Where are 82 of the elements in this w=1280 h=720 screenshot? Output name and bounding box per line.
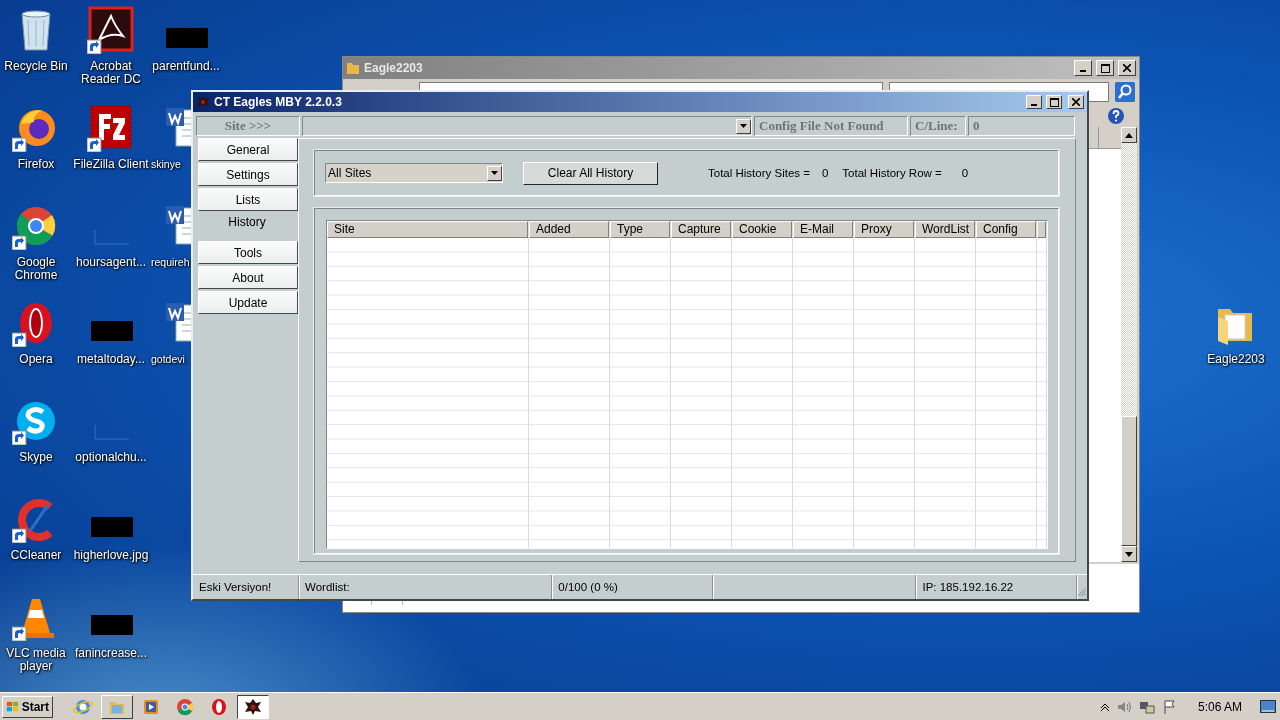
taskbar-button[interactable] [237, 694, 269, 719]
sidebar-tab[interactable]: Update [198, 291, 298, 314]
dropdown-arrow-icon[interactable] [491, 171, 498, 175]
chrome-logo-icon [175, 696, 195, 717]
icon-label[interactable]: hoursagent... [75, 256, 147, 269]
show-desktop-icon[interactable] [1260, 699, 1276, 714]
arrow-down-icon[interactable] [1125, 551, 1133, 557]
total-sites-value: 0 [821, 167, 829, 179]
icon-label[interactable]: parentfund... [152, 60, 220, 73]
progress-status: 0/100 (0 %) [552, 575, 714, 599]
icon-label[interactable]: higherlove.jpg [73, 549, 149, 562]
close-icon [1072, 98, 1080, 106]
close-button[interactable] [1118, 60, 1136, 76]
scrollbar[interactable] [1121, 127, 1137, 562]
arrow-up-icon[interactable] [1125, 132, 1133, 138]
search-icon[interactable] [1115, 82, 1135, 102]
maximize-button[interactable] [1096, 60, 1114, 76]
dropdown-arrow-icon[interactable] [740, 124, 747, 128]
eagle-emblem-icon [196, 95, 210, 109]
flag-logo-icon [6, 699, 20, 714]
icon-label[interactable]: metaltoday... [77, 353, 145, 366]
icon-label[interactable]: requireh [148, 256, 190, 269]
icon-label[interactable]: optionalchu... [75, 451, 147, 464]
column-header[interactable]: Proxy [854, 221, 914, 238]
flag-icon[interactable] [1161, 698, 1178, 715]
sidebar-tab[interactable]: General [198, 138, 298, 161]
close-icon [1123, 64, 1131, 72]
chevron-up-icon[interactable] [1099, 701, 1110, 712]
icon-label[interactable]: Skype [19, 451, 53, 464]
sidebar-tab[interactable]: Lists [198, 188, 298, 211]
clock[interactable]: 5:06 AM [1197, 699, 1242, 714]
ring-logo-icon [209, 696, 229, 717]
icon-label[interactable]: fanincrease... [74, 647, 147, 660]
wordlist-status: Wordlist: [299, 575, 553, 599]
swirl-logo-icon[interactable] [87, 6, 135, 54]
start-button[interactable]: Start [2, 695, 53, 718]
site-label: Site >>> [196, 116, 300, 136]
resize-grip-icon[interactable] [1077, 587, 1087, 597]
icon-label[interactable]: VLC media player [0, 647, 74, 673]
icon-label[interactable]: Recycle Bin [4, 60, 68, 73]
window-title: Eagle2203 [364, 61, 424, 75]
icon-label[interactable]: Google Chrome [0, 256, 74, 282]
cline-label: C/Line: [910, 116, 966, 136]
column-header[interactable]: Config [976, 221, 1036, 238]
total-sites-label: Total History Sites = [708, 167, 810, 179]
sidebar-tab[interactable]: Tools [198, 241, 298, 264]
total-rows-label: Total History Row = [842, 167, 942, 179]
ip-status: IP: 185.192.16.22 [916, 575, 1078, 599]
column-header[interactable]: Type [610, 221, 670, 238]
close-button[interactable] [1068, 95, 1084, 109]
folder-icon [346, 61, 360, 75]
sidebar-tab[interactable]: About [198, 266, 298, 289]
icon-label[interactable]: CCleaner [10, 549, 62, 562]
column-header[interactable]: E-Mail [793, 221, 853, 238]
icon-label[interactable]: Opera [19, 353, 53, 366]
icon-label[interactable]: gotdevi [148, 353, 185, 366]
column-header[interactable]: Cookie [732, 221, 792, 238]
clear-history-button[interactable]: Clear All History [523, 161, 658, 185]
icon-label[interactable]: Acrobat Reader DC [73, 60, 149, 86]
maximize-icon [1100, 63, 1110, 73]
maximize-button[interactable] [1046, 95, 1062, 109]
column-header[interactable]: Site [327, 221, 528, 238]
maximize-icon [1049, 97, 1059, 107]
icon-label[interactable]: Eagle2203 [1207, 353, 1265, 366]
icon-label[interactable]: skinye [148, 158, 181, 171]
site-filter-dropdown[interactable]: All Sites [325, 163, 503, 183]
window-title: CT Eagles MBY 2.2.0.3 [214, 95, 343, 109]
minimize-button[interactable] [1026, 95, 1042, 109]
column-header[interactable]: Capture [671, 221, 731, 238]
column-header[interactable]: WordList [915, 221, 975, 238]
help-icon[interactable] [1107, 107, 1125, 125]
icon-label[interactable]: FileZilla Client [73, 158, 149, 171]
column-header[interactable]: Added [529, 221, 609, 238]
version-status: Eski Versiyon! [193, 575, 300, 599]
cline-value: 0 [968, 116, 1075, 136]
site-dropdown[interactable] [302, 116, 752, 136]
sidebar-tab[interactable]: Settings [198, 163, 298, 186]
minimize-button[interactable] [1074, 60, 1092, 76]
zigzag-logo-icon[interactable] [87, 104, 135, 152]
total-rows-value: 0 [961, 167, 969, 179]
config-status: Config File Not Found [754, 116, 908, 136]
icon-label[interactable]: Firefox [17, 158, 55, 171]
